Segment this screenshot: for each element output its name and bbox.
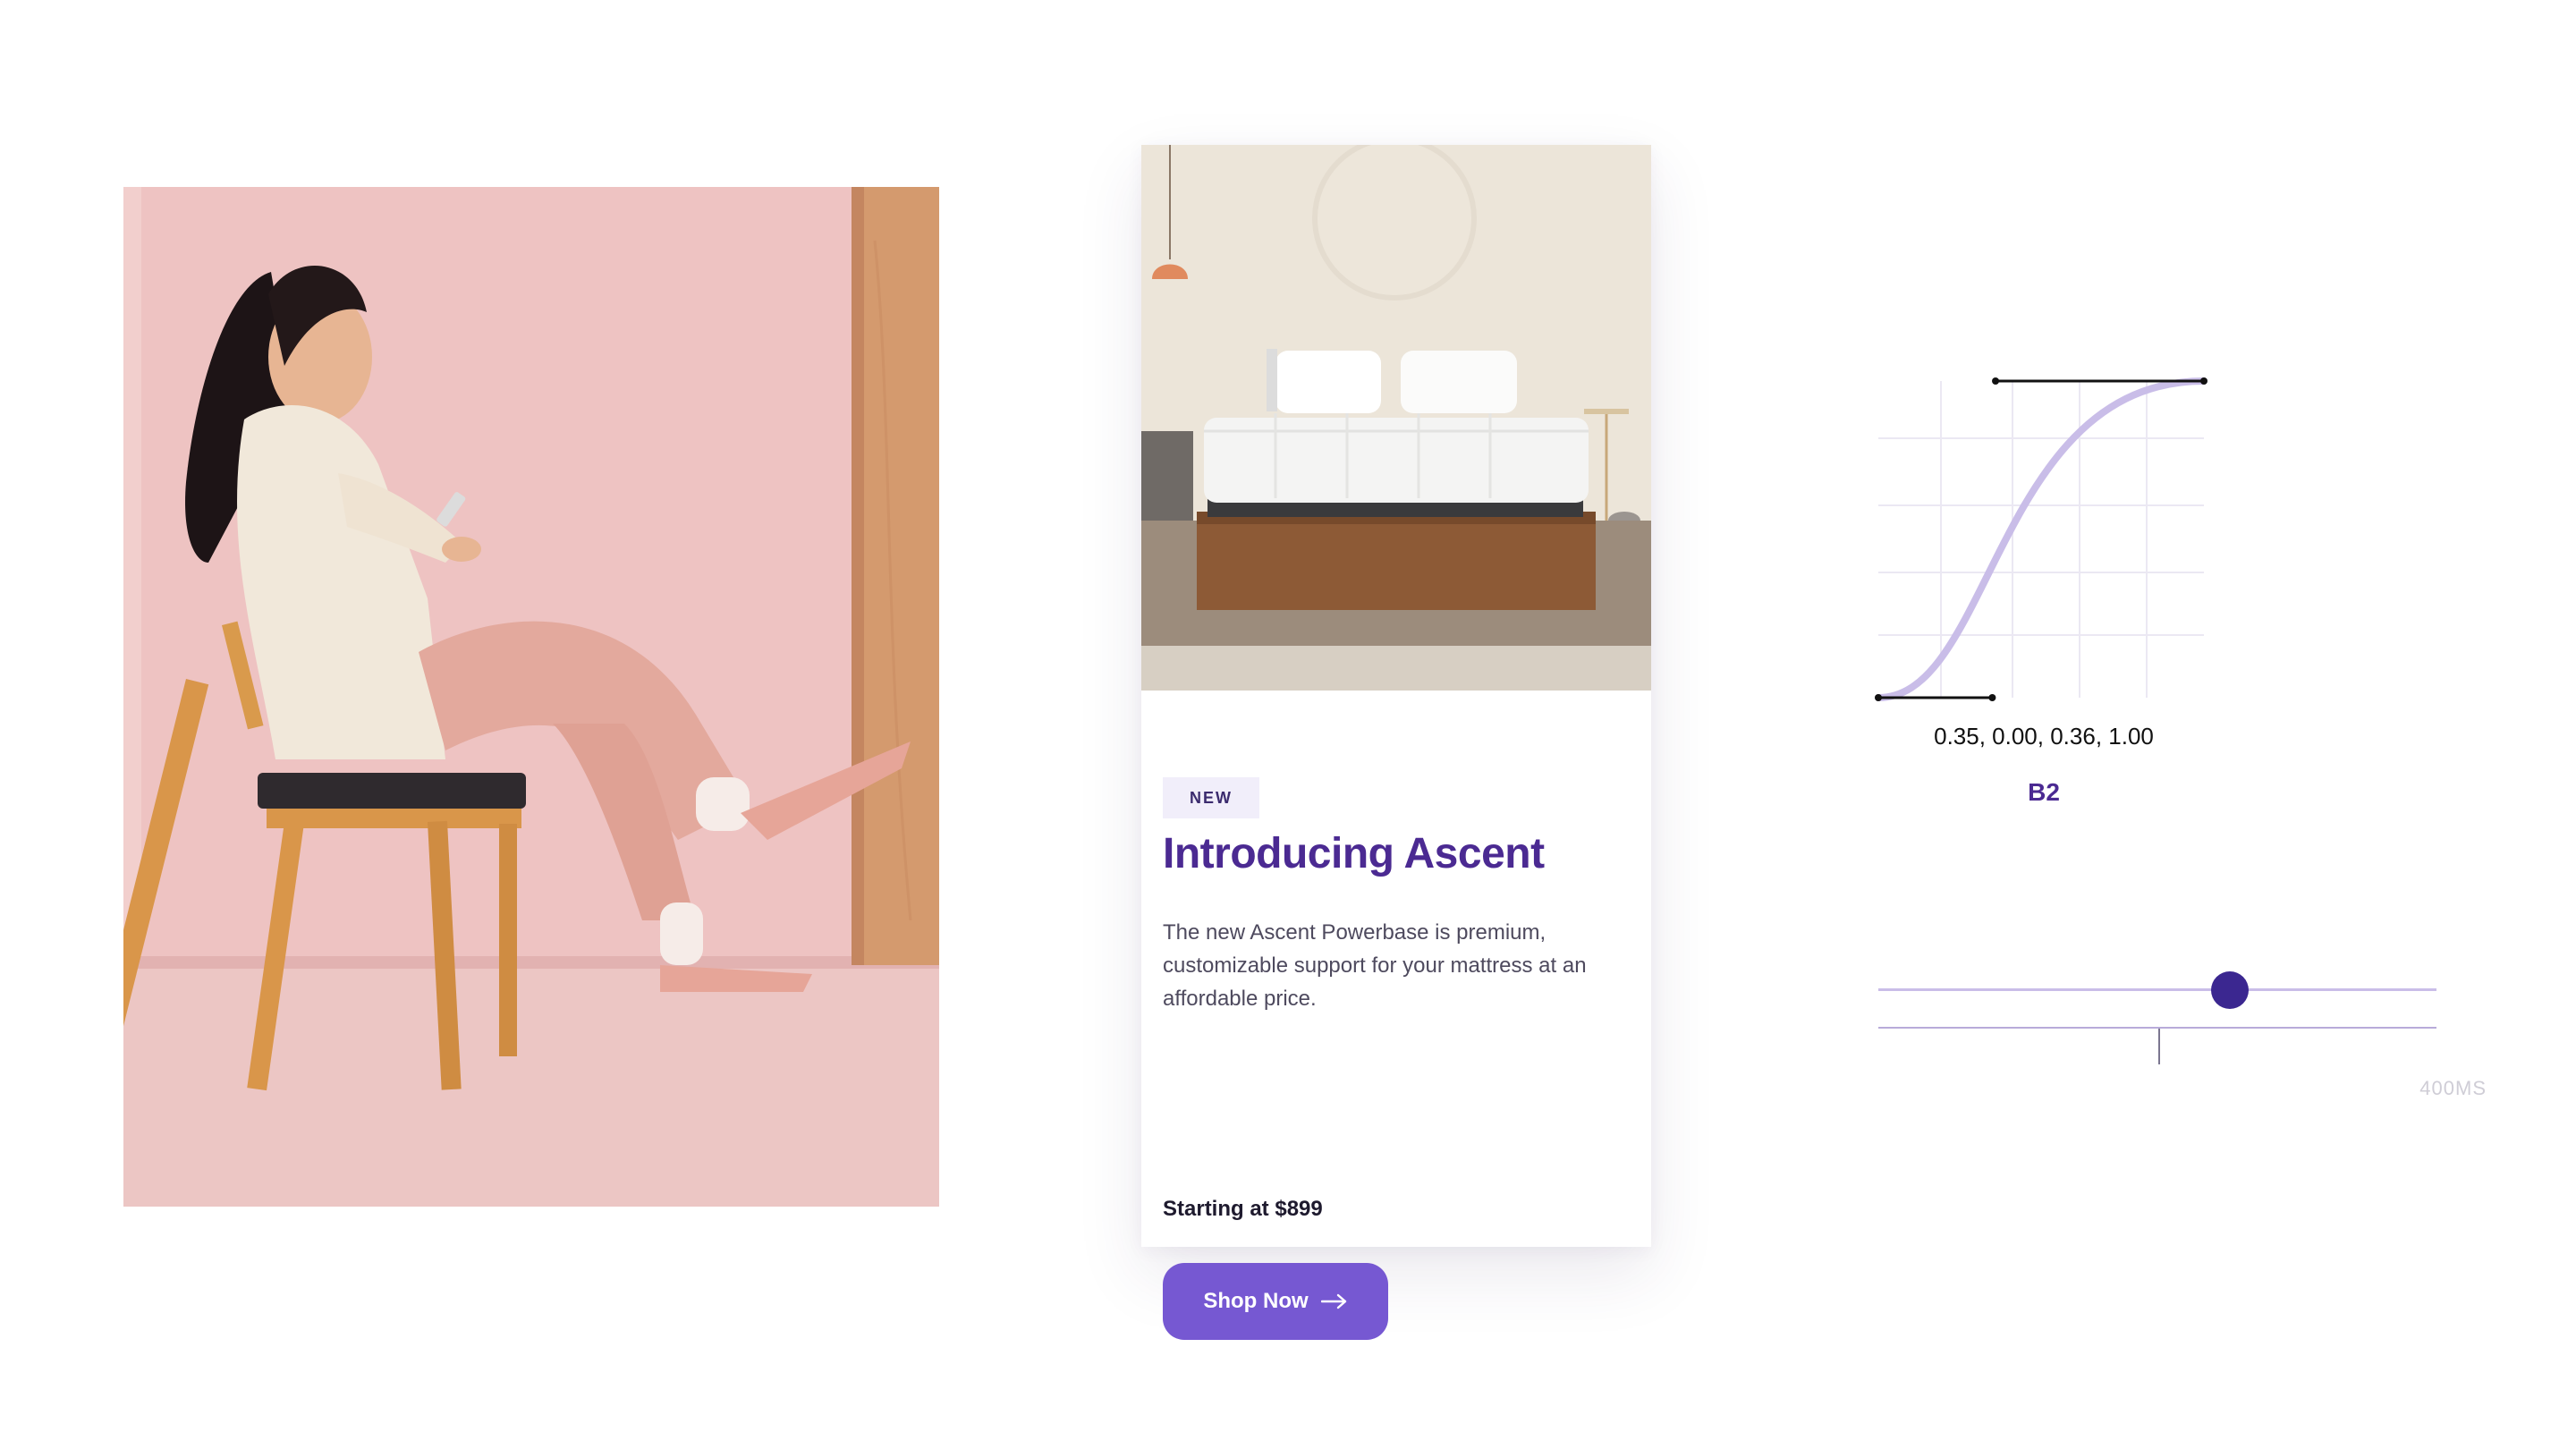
duration-label: 400MS — [2419, 1077, 2487, 1099]
price-label: Starting at $899 — [1163, 1197, 1323, 1221]
easing-curve — [1875, 377, 2207, 701]
bezier-values: 0.35, 0.00, 0.36, 1.00 — [1934, 723, 2154, 750]
card-description: The new Ascent Powerbase is premium, cus… — [1163, 920, 1587, 1011]
lifestyle-photo — [123, 187, 939, 1207]
animation-slider-track[interactable] — [1878, 988, 2436, 991]
card-title: Introducing Ascent — [1163, 830, 1545, 877]
handle-point — [2200, 377, 2207, 385]
handle-point — [1875, 694, 1882, 701]
handle-point — [1992, 377, 2000, 385]
handle-point — [1988, 694, 1996, 701]
new-badge: NEW — [1163, 777, 1259, 818]
easing-curve-graph — [1869, 367, 2227, 716]
animation-slider-thumb[interactable] — [2211, 971, 2250, 1009]
product-card: NEW Introducing Ascent The new Ascent Po… — [1141, 145, 1651, 1340]
easing-name: B2 — [2028, 778, 2060, 806]
shop-now-button[interactable]: Shop Now — [1163, 1263, 1388, 1340]
shop-now-label: Shop Now — [1203, 1289, 1309, 1313]
timeline-marker — [2158, 1029, 2160, 1064]
curve-grid — [1878, 381, 2204, 698]
arrow-right-icon — [1320, 1293, 1348, 1309]
timeline-axis — [1878, 1027, 2436, 1029]
page: NEW Introducing Ascent The new Ascent Po… — [0, 0, 2576, 1449]
product-image — [1141, 145, 1651, 691]
